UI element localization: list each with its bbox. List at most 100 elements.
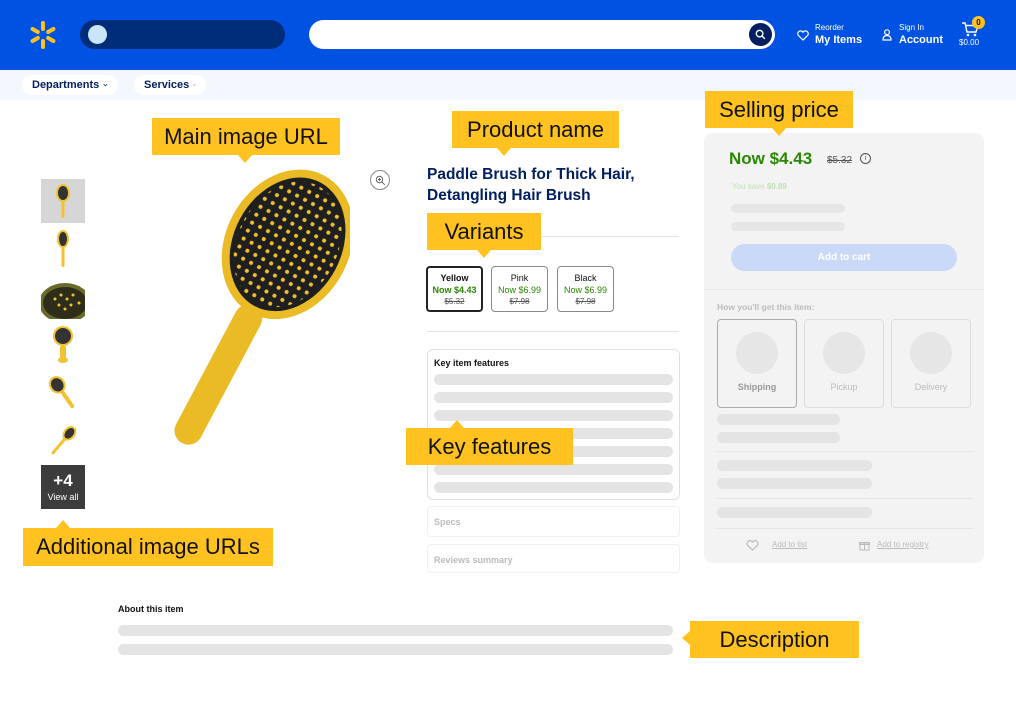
you-save: You save $0.89 <box>732 182 787 191</box>
brush-thumb-image <box>48 376 75 409</box>
thumbnail-5[interactable] <box>41 371 85 415</box>
feature-placeholder <box>434 482 673 493</box>
callout-pointer <box>477 250 491 258</box>
key-features-heading: Key item features <box>434 358 510 368</box>
store-icon <box>88 25 107 44</box>
callout-variants: Variants <box>427 213 541 250</box>
description-placeholder <box>118 644 673 655</box>
callout-pointer <box>238 155 252 163</box>
callout-product-name: Product name <box>452 111 619 148</box>
add-to-registry-link[interactable]: Add to registry <box>859 539 949 553</box>
key-features-card: Key item features <box>427 349 680 500</box>
brush-thumb-image <box>56 184 70 218</box>
heart-icon <box>797 30 809 41</box>
reviews-summary-section[interactable]: Reviews summary <box>427 544 680 573</box>
walmart-spark-logo[interactable] <box>28 20 58 50</box>
description-placeholder <box>118 625 673 636</box>
divider <box>427 331 679 332</box>
variant-name: Black <box>574 273 597 283</box>
thumbnail-2[interactable] <box>41 227 85 271</box>
add-to-registry-label: Add to registry <box>877 540 929 549</box>
chevron-down-icon <box>103 83 108 87</box>
variant-yellow[interactable]: Yellow Now $4.43 $5.32 <box>426 266 483 312</box>
variant-old-price: $7.98 <box>509 297 530 306</box>
add-to-list-label: Add to list <box>772 540 808 549</box>
delivery-option[interactable]: Delivery <box>891 319 971 408</box>
callout-pointer <box>450 420 464 428</box>
pickup-label: Pickup <box>830 382 858 392</box>
placeholder-line <box>731 204 845 213</box>
shipping-option[interactable]: Shipping <box>717 319 797 408</box>
placeholder-line <box>717 478 872 489</box>
callout-pointer <box>56 520 70 528</box>
user-icon <box>882 29 892 41</box>
heart-icon <box>746 540 759 551</box>
thumbnail-1[interactable] <box>41 179 85 223</box>
feature-placeholder <box>434 374 673 385</box>
account-label: Account <box>899 34 943 46</box>
variant-name: Pink <box>510 273 529 283</box>
product-title: Paddle Brush for Thick Hair, Detangling … <box>427 164 635 206</box>
feature-placeholder <box>434 464 673 475</box>
callout-key-features: Key features <box>406 428 573 465</box>
store-selector[interactable] <box>80 20 285 49</box>
variant-price: Now $6.99 <box>497 285 542 295</box>
account-menu[interactable]: Sign In Account <box>882 22 944 48</box>
add-to-list-link[interactable]: Add to list <box>746 539 826 553</box>
delivery-icon <box>910 332 952 374</box>
you-save-label: You save <box>732 182 765 191</box>
my-items-label: My Items <box>815 34 863 46</box>
variant-old-price: $5.32 <box>444 297 465 306</box>
sign-in-label: Sign In <box>899 23 924 32</box>
variant-price: Now $4.43 <box>432 285 477 295</box>
thumbnail-6[interactable] <box>41 419 85 463</box>
callout-main-image: Main image URL <box>152 118 340 155</box>
placeholder-line <box>717 460 872 471</box>
callout-pointer <box>772 128 786 136</box>
search-input[interactable] <box>309 20 775 49</box>
placeholder-line <box>717 507 872 518</box>
search-button[interactable] <box>749 23 772 46</box>
add-to-cart-button[interactable]: Add to cart <box>731 244 957 271</box>
variant-black[interactable]: Black Now $6.99 $7.98 <box>557 266 614 312</box>
specs-section[interactable]: Specs <box>427 506 680 537</box>
pickup-icon <box>823 332 865 374</box>
variant-old-price: $7.98 <box>575 297 596 306</box>
reorder-my-items[interactable]: Reorder My Items <box>797 22 863 48</box>
placeholder-line <box>717 432 840 443</box>
info-icon[interactable]: i <box>860 153 871 164</box>
zoom-button[interactable] <box>370 170 390 190</box>
main-product-image <box>174 169 350 445</box>
pickup-option[interactable]: Pickup <box>804 319 884 408</box>
more-images-count: +4 <box>53 471 73 490</box>
variant-name: Yellow <box>440 273 469 283</box>
callout-description: Description <box>690 621 859 658</box>
cart-total: $0.00 <box>959 38 980 47</box>
departments-label: Departments <box>32 79 100 91</box>
delivery-label: Delivery <box>914 382 948 392</box>
divider <box>717 528 973 529</box>
callout-additional-images: Additional image URLs <box>23 528 273 566</box>
services-menu[interactable]: Services <box>134 75 206 95</box>
variant-pink[interactable]: Pink Now $6.99 $7.98 <box>491 266 548 312</box>
thumbnail-3[interactable] <box>41 275 85 319</box>
divider <box>717 451 973 452</box>
view-all-thumbnails[interactable]: +4 View all <box>41 465 85 509</box>
reorder-label: Reorder <box>815 23 844 32</box>
brush-thumb-image <box>57 230 69 267</box>
zoom-in-icon <box>375 175 386 186</box>
thumbnail-4[interactable] <box>41 323 85 367</box>
chevron-down-icon <box>193 84 196 86</box>
you-save-value: $0.89 <box>766 182 787 191</box>
shipping-icon <box>736 332 778 374</box>
feature-placeholder <box>434 410 673 421</box>
departments-menu[interactable]: Departments <box>22 75 118 95</box>
was-price: $5.32 <box>827 155 853 166</box>
callout-selling-price: Selling price <box>705 91 853 128</box>
view-all-label: View all <box>47 492 79 502</box>
specs-label: Specs <box>434 517 461 527</box>
callout-pointer <box>682 631 690 645</box>
gift-icon <box>859 542 870 551</box>
divider <box>717 498 973 499</box>
product-title-line-1: Paddle Brush for Thick Hair, <box>427 166 635 183</box>
